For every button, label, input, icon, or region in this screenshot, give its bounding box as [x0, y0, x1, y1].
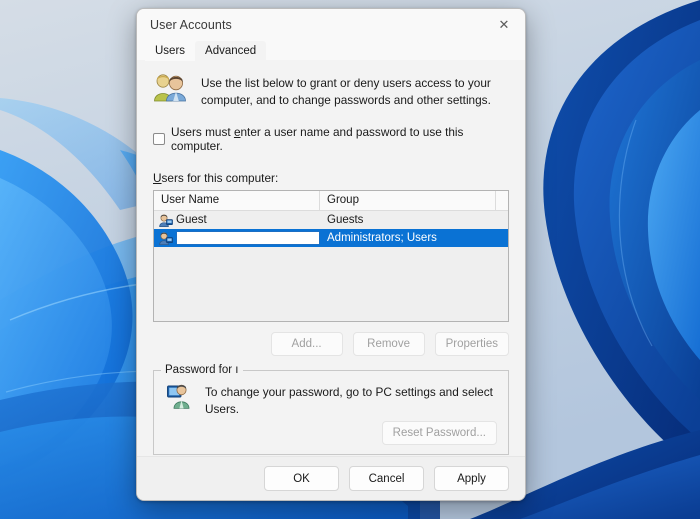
user-password-icon [166, 383, 192, 417]
password-text-line-2: Users. [205, 401, 240, 416]
intro-text: Use the list below to grant or deny user… [201, 75, 491, 108]
require-logon-label-pre: Users must [171, 125, 234, 139]
add-button[interactable]: Add... [270, 332, 343, 356]
rename-user-input[interactable] [176, 231, 320, 245]
password-group-content: To change your password, go to PC settin… [154, 371, 508, 417]
password-button-row: Reset Password... [154, 421, 508, 445]
column-header-group[interactable]: Group [320, 191, 496, 211]
table-row[interactable]: Guest Guests [154, 211, 508, 229]
cell-user-name [154, 231, 320, 245]
require-logon-checkbox[interactable] [153, 133, 165, 145]
properties-button[interactable]: Properties [434, 332, 509, 356]
list-caption-accel: U [153, 171, 162, 185]
dialog-body: Use the list below to grant or deny user… [137, 61, 525, 456]
list-caption-rest: sers for this computer: [161, 171, 279, 185]
password-text-line-1: To change your password, go to PC settin… [205, 385, 493, 399]
list-action-buttons: Add... Remove Properties [153, 332, 509, 356]
password-group-legend: Password for ı [161, 364, 243, 376]
cancel-button[interactable]: Cancel [349, 466, 424, 491]
list-caption: Users for this computer: [153, 171, 509, 185]
users-list-view[interactable]: User Name Group Guest Guests Administrat… [153, 190, 509, 322]
remove-button[interactable]: Remove [352, 332, 425, 356]
column-header-spacer [496, 191, 508, 211]
cell-group: Guests [327, 214, 364, 226]
two-users-icon [153, 72, 187, 108]
list-header-row: User Name Group [154, 191, 508, 211]
intro-block: Use the list below to grant or deny user… [153, 72, 509, 108]
password-group-box: Password for ı To change your password, … [153, 364, 509, 455]
user-accounts-dialog: User Accounts ✕ Users Advanced Use the l… [136, 8, 526, 501]
list-rows: Guest Guests Administrators; Users [154, 211, 508, 247]
intro-line-1: Use the list below to grant or deny user… [201, 76, 491, 90]
apply-button[interactable]: Apply [434, 466, 509, 491]
title-bar[interactable]: User Accounts ✕ [137, 9, 525, 40]
cell-group: Administrators; Users [327, 232, 437, 244]
cell-user-name: Guest [154, 213, 320, 227]
password-group-text: To change your password, go to PC settin… [205, 384, 493, 417]
user-name-text: Guest [176, 214, 207, 226]
require-logon-label: Users must enter a user name and passwor… [171, 125, 509, 153]
dialog-footer: OK Cancel Apply [137, 456, 525, 500]
user-icon [159, 213, 173, 227]
reset-password-button[interactable]: Reset Password... [381, 421, 497, 445]
require-logon-row[interactable]: Users must enter a user name and passwor… [153, 125, 509, 153]
close-icon[interactable]: ✕ [483, 9, 525, 40]
tab-advanced[interactable]: Advanced [195, 41, 267, 61]
user-icon [159, 231, 173, 245]
tab-users[interactable]: Users [145, 41, 196, 61]
ok-button[interactable]: OK [264, 466, 339, 491]
intro-line-2: computer, and to change passwords and ot… [201, 92, 491, 107]
window-title: User Accounts [150, 17, 232, 32]
tab-strip: Users Advanced [137, 40, 525, 61]
column-header-user-name[interactable]: User Name [154, 191, 320, 211]
table-row[interactable]: Administrators; Users [154, 229, 508, 247]
